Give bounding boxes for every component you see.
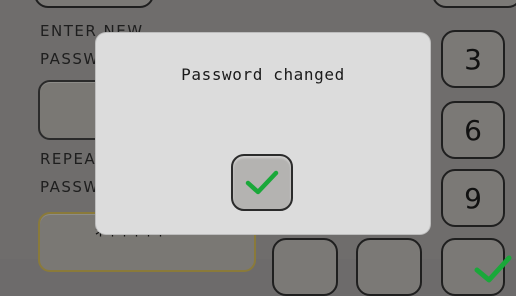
key-3-label: 3 [464,42,482,76]
key-3[interactable]: 3 [441,30,505,88]
checkmark-icon [245,170,279,194]
confirm-button[interactable] [231,154,293,211]
top-right-tab [432,0,516,8]
password-changed-dialog: Password changed [96,33,430,234]
key-9-label: 9 [464,181,482,215]
key-bottom-middle[interactable] [356,238,422,296]
key-bottom-left[interactable] [272,238,338,296]
key-9[interactable]: 9 [441,169,505,227]
dialog-message: Password changed [181,65,345,84]
key-6-label: 6 [464,113,482,147]
top-left-tab [34,0,154,8]
key-6[interactable]: 6 [441,101,505,159]
key-bottom-right[interactable] [441,238,512,296]
